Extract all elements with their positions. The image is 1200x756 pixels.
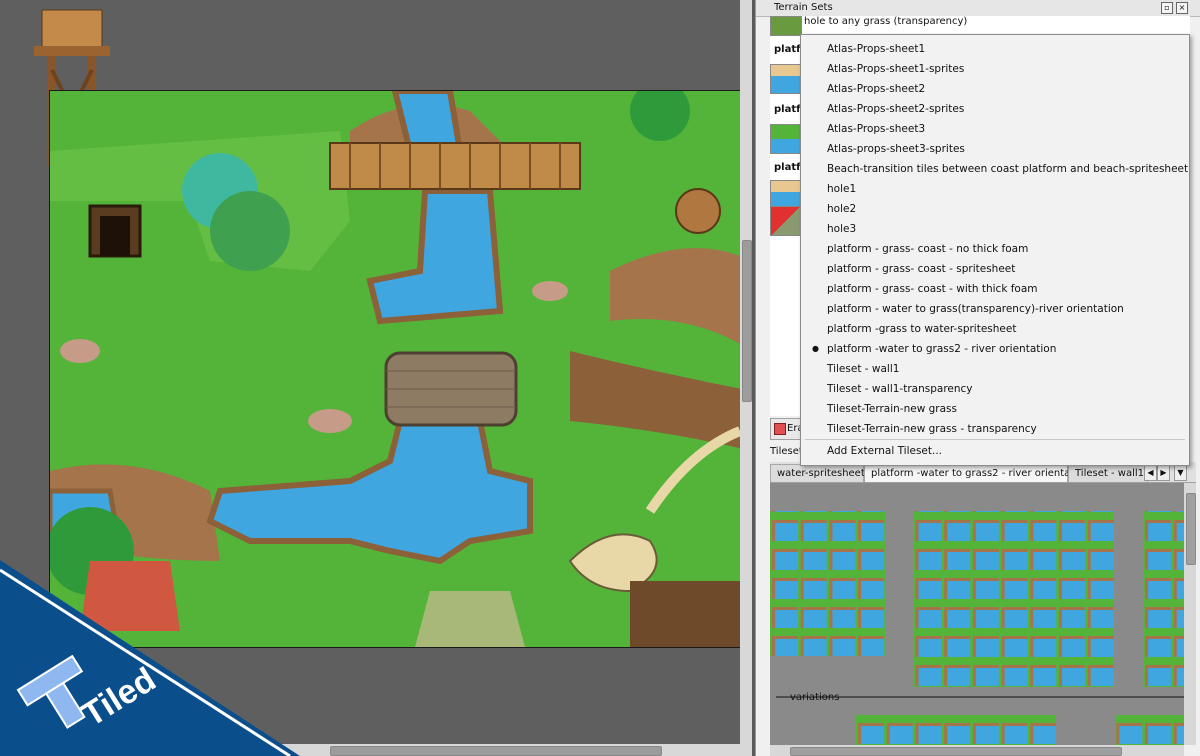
menu-item[interactable]: platform - grass- coast - no thick foam bbox=[827, 239, 1028, 259]
map-canvas-area[interactable]: Tiled bbox=[0, 0, 752, 756]
terrain-thumbnail[interactable] bbox=[770, 64, 802, 94]
menu-separator bbox=[805, 439, 1185, 440]
variations-label: variations bbox=[790, 692, 840, 703]
menu-item-selected[interactable]: platform -water to grass2 - river orient… bbox=[812, 339, 1056, 359]
terrain-thumbnail bbox=[770, 16, 802, 36]
tab-platform-water-to-grass2[interactable]: platform -water to grass2 - river orient… bbox=[864, 464, 1089, 482]
terrain-sets-title: Terrain Sets bbox=[774, 2, 833, 13]
chevron-right-icon[interactable]: ▶ bbox=[1157, 465, 1170, 481]
tab-water-spritesheet[interactable]: water-spritesheet bbox=[770, 464, 865, 482]
terrain-sets-titlebar: Terrain Sets ▫ × bbox=[756, 0, 1200, 17]
menu-item[interactable]: platform - water to grass(transparency)-… bbox=[827, 299, 1124, 319]
add-external-tileset-item[interactable]: Add External Tileset... bbox=[827, 441, 942, 461]
menu-item[interactable]: Atlas-Props-sheet3 bbox=[827, 119, 925, 139]
chevron-down-icon[interactable]: ▼ bbox=[1174, 465, 1187, 481]
menu-item[interactable]: Tileset-Terrain-new grass - transparency bbox=[827, 419, 1037, 439]
menu-item[interactable]: Atlas-Props-sheet1-sprites bbox=[827, 59, 964, 79]
list-item[interactable]: hole to any grass (transparency) bbox=[770, 16, 1190, 36]
terrain-item-label: hole to any grass (transparency) bbox=[804, 16, 968, 27]
menu-item[interactable]: Tileset - wall1 bbox=[827, 359, 899, 379]
tab-tileset-wall1[interactable]: Tileset - wall1 bbox=[1068, 464, 1148, 482]
tileset-view[interactable]: variations bbox=[770, 483, 1184, 745]
menu-item[interactable]: Atlas-props-sheet3-sprites bbox=[827, 139, 965, 159]
tileset-tiles bbox=[770, 511, 1184, 745]
menu-item[interactable]: platform -grass to water-spritesheet bbox=[827, 319, 1016, 339]
menu-item[interactable]: Atlas-Props-sheet1 bbox=[827, 39, 925, 59]
menu-item[interactable]: platform - grass- coast - with thick foa… bbox=[827, 279, 1038, 299]
menu-item[interactable]: hole1 bbox=[827, 179, 856, 199]
tileset-vertical-scrollbar[interactable] bbox=[1184, 483, 1196, 745]
tileset-horizontal-scrollbar[interactable] bbox=[770, 745, 1184, 756]
restore-icon[interactable]: ▫ bbox=[1161, 2, 1173, 14]
menu-item[interactable]: Tileset-Terrain-new grass bbox=[827, 399, 957, 419]
chevron-left-icon[interactable]: ◀ bbox=[1144, 465, 1157, 481]
terrain-thumbnail[interactable] bbox=[770, 206, 802, 236]
tileset-dropdown-menu[interactable]: Atlas-Props-sheet1 Atlas-Props-sheet1-sp… bbox=[800, 34, 1190, 466]
eraser-icon bbox=[774, 423, 786, 435]
menu-item[interactable]: hole3 bbox=[827, 219, 856, 239]
menu-item[interactable]: Tileset - wall1-transparency bbox=[827, 379, 973, 399]
menu-item[interactable]: Beach-transition tiles between coast pla… bbox=[827, 159, 1188, 179]
menu-item[interactable]: Atlas-Props-sheet2-sprites bbox=[827, 99, 964, 119]
menu-item[interactable]: Atlas-Props-sheet2 bbox=[827, 79, 925, 99]
erase-terrain-button[interactable]: Era bbox=[770, 418, 804, 440]
menu-item[interactable]: hole2 bbox=[827, 199, 856, 219]
tileset-panel-title: Tileset bbox=[770, 446, 803, 457]
menu-item[interactable]: platform - grass- coast - spritesheet bbox=[827, 259, 1015, 279]
tiled-logo: Tiled bbox=[0, 560, 300, 756]
close-icon[interactable]: × bbox=[1176, 2, 1188, 14]
map-vertical-scrollbar[interactable] bbox=[740, 0, 752, 744]
terrain-thumbnail[interactable] bbox=[770, 124, 802, 154]
